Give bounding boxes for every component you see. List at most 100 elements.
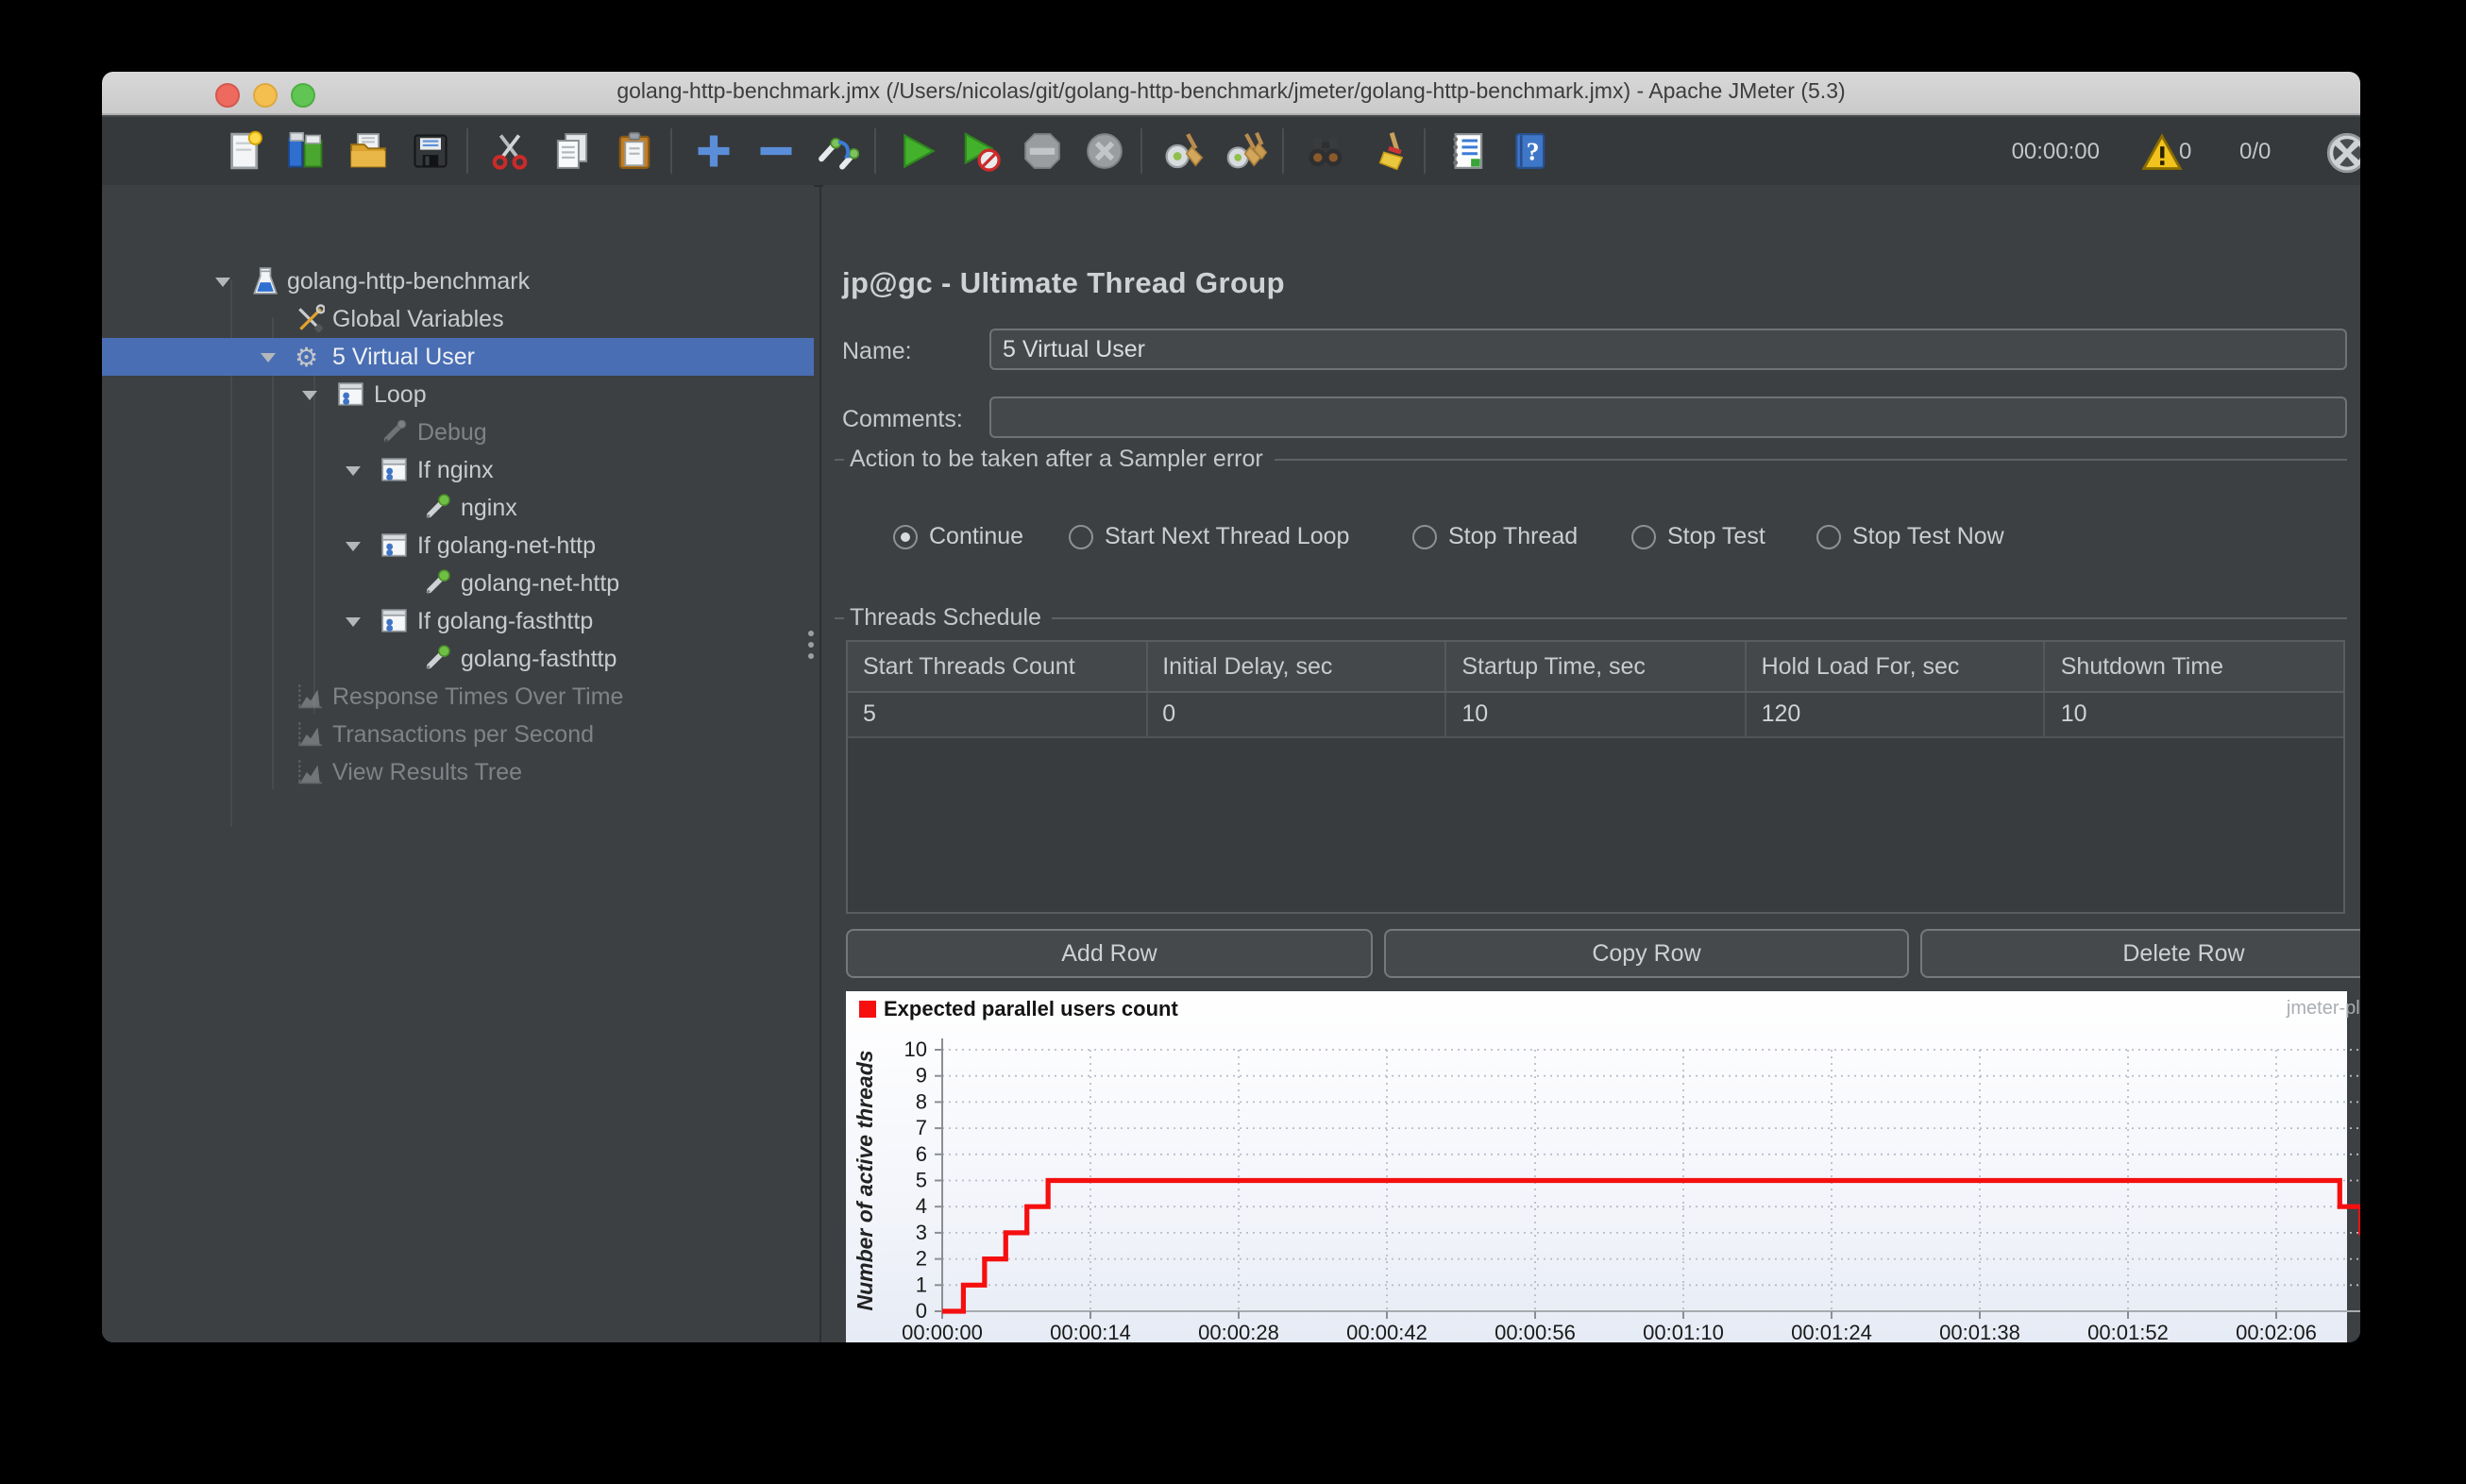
table-cell[interactable]: 10: [2046, 693, 2343, 736]
expand-arrow-icon[interactable]: [261, 353, 276, 363]
table-column-header[interactable]: Initial Delay, sec: [1147, 642, 1447, 691]
tree-item-debug[interactable]: Debug: [102, 413, 814, 451]
tree-item-golang-net-http[interactable]: golang-net-http: [102, 565, 814, 602]
expand-arrow-icon[interactable]: [346, 542, 361, 551]
cut-icon[interactable]: [489, 130, 531, 172]
svg-text:5: 5: [916, 1169, 927, 1192]
svg-text:1: 1: [916, 1273, 927, 1296]
radio-stop-test[interactable]: Stop Test: [1631, 521, 1765, 551]
tree-item-5-virtual-user[interactable]: ⚙ 5 Virtual User: [102, 338, 814, 376]
comments-input[interactable]: [989, 396, 2347, 438]
tree-item-label: Response Times Over Time: [332, 683, 624, 710]
table-column-header[interactable]: Start Threads Count: [848, 642, 1148, 691]
main-panel: jp@gc - Ultimate Thread Group Name: Comm…: [823, 185, 2360, 1342]
divider-grip-dot[interactable]: [808, 653, 814, 659]
threads-schedule-fieldset-legend: Threads Schedule: [835, 604, 2347, 631]
start-icon[interactable]: [897, 130, 938, 172]
svg-text:jmeter-plugins.org: jmeter-plugins.org: [2286, 998, 2360, 1019]
table-header-row: Start Threads Count Initial Delay, sec Sta…: [848, 642, 2343, 693]
radio-start-next-thread-loop[interactable]: Start Next Thread Loop: [1069, 521, 1349, 551]
tree-item-nginx[interactable]: nginx: [102, 489, 814, 527]
radio-continue[interactable]: Continue: [893, 521, 1023, 551]
delete-row-button[interactable]: Delete Row: [1920, 929, 2360, 978]
table-cell[interactable]: 5: [848, 693, 1148, 736]
svg-text:Expected parallel users count: Expected parallel users count: [884, 997, 1178, 1020]
test-timer: 00:00:00: [2011, 138, 2100, 164]
table-column-header[interactable]: Hold Load For, sec: [1747, 642, 2046, 691]
new-file-icon[interactable]: [223, 130, 264, 172]
radio-label: Stop Test Now: [1852, 523, 2004, 549]
radio-circle-icon[interactable]: [1631, 524, 1656, 548]
open-template-icon[interactable]: [285, 130, 327, 172]
toggle-icon[interactable]: [818, 130, 859, 172]
tree-item-if-nginx[interactable]: If nginx: [102, 451, 814, 489]
expand-arrow-icon[interactable]: [346, 617, 361, 627]
divider-grip-dot[interactable]: [808, 631, 814, 636]
tree-item-label: 5 Virtual User: [332, 344, 475, 370]
listener-icon: [295, 757, 325, 787]
svg-text:00:01:24: 00:01:24: [1791, 1321, 1872, 1342]
search-icon[interactable]: [1305, 130, 1346, 172]
sampler-error-fieldset-legend: Action to be taken after a Sampler error: [835, 446, 2347, 472]
table-cell[interactable]: 120: [1747, 693, 2046, 736]
clear-all-icon[interactable]: [1225, 130, 1267, 172]
split-pane-divider[interactable]: [819, 185, 821, 1342]
paste-icon[interactable]: [614, 130, 655, 172]
remote-start-icon[interactable]: [2326, 132, 2360, 174]
warning-icon[interactable]: [2141, 132, 2183, 174]
svg-text:0: 0: [916, 1299, 927, 1323]
add-row-button[interactable]: Add Row: [846, 929, 1373, 978]
clear-icon[interactable]: [1163, 130, 1205, 172]
tree-item-global-variables[interactable]: Global Variables: [102, 300, 814, 338]
help-icon[interactable]: ?: [1509, 130, 1550, 172]
radio-stop-test-now[interactable]: Stop Test Now: [1816, 521, 2004, 551]
toolbar-separator: [670, 128, 672, 174]
expand-arrow-icon[interactable]: [302, 391, 317, 400]
divider-grip-dot[interactable]: [808, 642, 814, 648]
copy-row-button[interactable]: Copy Row: [1384, 929, 1909, 978]
table-cell[interactable]: 0: [1147, 693, 1447, 736]
radio-circle-icon[interactable]: [1412, 524, 1437, 548]
svg-text:?: ?: [1527, 137, 1540, 166]
start-no-timers-icon[interactable]: [959, 130, 1001, 172]
tree-item-response-times-over-time[interactable]: Response Times Over Time: [102, 678, 814, 716]
title-bar: golang-http-benchmark.jmx (/Users/nicola…: [102, 72, 2360, 115]
copy-icon[interactable]: [551, 130, 593, 172]
tree-item-transactions-per-second[interactable]: Transactions per Second: [102, 716, 814, 753]
toolbar-separator: [1140, 128, 1142, 174]
radio-circle-icon[interactable]: [1069, 524, 1093, 548]
name-input[interactable]: [989, 329, 2347, 370]
svg-text:9: 9: [916, 1064, 927, 1088]
expected-users-chart: 0 1 2 3 4 5 6 7 8 9 10 00:00:00 00:00:14 00:00:28 00:0…: [846, 991, 2360, 1342]
tree-item-golang-fasthttp[interactable]: golang-fasthttp: [102, 640, 814, 678]
open-file-icon[interactable]: [347, 130, 389, 172]
function-helper-icon[interactable]: [1446, 130, 1488, 172]
svg-text:4: 4: [916, 1194, 927, 1218]
listener-icon: [295, 719, 325, 750]
tree-item-golang-http-benchmark[interactable]: golang-http-benchmark: [102, 262, 814, 300]
svg-text:3: 3: [916, 1221, 927, 1244]
radio-stop-thread[interactable]: Stop Thread: [1412, 521, 1578, 551]
expand-arrow-icon[interactable]: [215, 278, 230, 287]
expand-arrow-icon[interactable]: [346, 466, 361, 476]
sampler-icon: [423, 493, 453, 523]
tree-item-if-golang-net-http[interactable]: If golang-net-http: [102, 527, 814, 565]
log-error-count: 0: [2179, 138, 2192, 164]
add-icon[interactable]: [693, 130, 735, 172]
radio-circle-icon[interactable]: [1816, 524, 1841, 548]
svg-text:Number of active threads: Number of active threads: [853, 1050, 877, 1310]
tree-item-view-results-tree[interactable]: View Results Tree: [102, 753, 814, 791]
remove-icon[interactable]: [755, 130, 797, 172]
svg-text:00:00:56: 00:00:56: [1495, 1321, 1576, 1342]
element-type-title: jp@gc - Ultimate Thread Group: [842, 268, 1285, 300]
tree-item-loop[interactable]: Loop: [102, 376, 814, 413]
tree-item-if-golang-fasthttp[interactable]: If golang-fasthttp: [102, 602, 814, 640]
toolbar-separator: [874, 128, 876, 174]
table-column-header[interactable]: Shutdown Time: [2046, 642, 2343, 691]
radio-circle-icon[interactable]: [893, 524, 918, 548]
table-column-header[interactable]: Startup Time, sec: [1446, 642, 1747, 691]
table-cell[interactable]: 10: [1446, 693, 1747, 736]
save-icon[interactable]: [410, 130, 451, 172]
clear-search-icon[interactable]: [1367, 130, 1409, 172]
tree-item-label: Global Variables: [332, 306, 504, 332]
